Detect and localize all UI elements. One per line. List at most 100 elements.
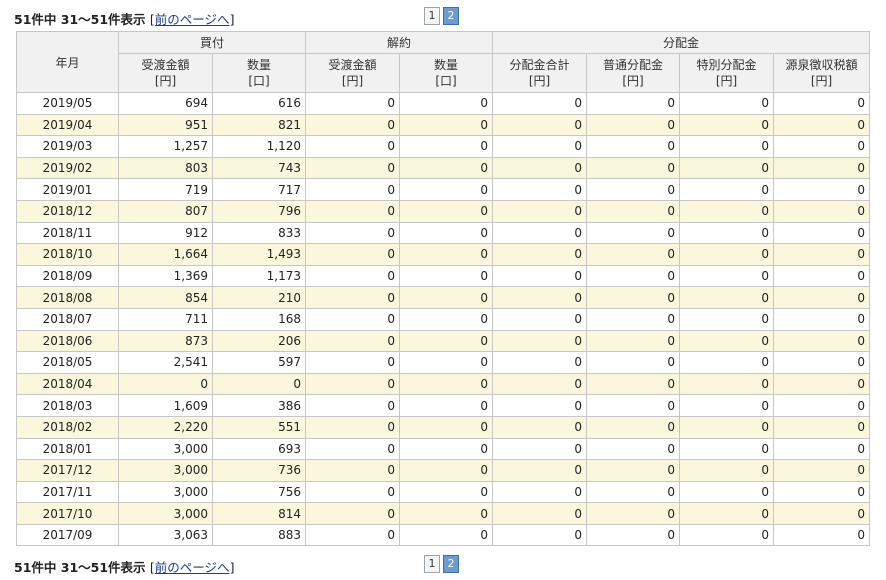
value-cell: 717 bbox=[211, 178, 307, 201]
value-cell: 2,541 bbox=[118, 351, 213, 374]
table-row: 2019/02 803 743 0 0 0 0 0 0 bbox=[16, 156, 871, 180]
value-cell: 3,000 bbox=[118, 459, 213, 482]
value-cell: 0 bbox=[586, 178, 681, 201]
column-header-name: 数量 bbox=[434, 58, 459, 72]
value-cell: 0 bbox=[773, 221, 871, 245]
column-header-unit: [円] bbox=[341, 74, 364, 88]
table-row: 2018/11 912 833 0 0 0 0 0 0 bbox=[16, 221, 871, 245]
value-cell: 0 bbox=[679, 178, 775, 201]
value-cell: 0 bbox=[586, 415, 681, 439]
column-header-name: 普通分配金 bbox=[603, 58, 664, 72]
month-cell: 2017/10 bbox=[16, 502, 119, 525]
table-row: 2017/11 3,000 756 0 0 0 0 0 0 bbox=[16, 480, 871, 504]
value-cell: 0 bbox=[586, 92, 681, 115]
value-cell: 1,609 bbox=[118, 394, 213, 417]
header-month: 年月 bbox=[16, 31, 119, 93]
value-cell: 0 bbox=[586, 437, 681, 461]
value-cell: 0 bbox=[399, 437, 494, 461]
value-cell: 0 bbox=[399, 307, 494, 331]
value-cell: 1,369 bbox=[118, 264, 213, 288]
prev-page-link[interactable]: 前のページへ bbox=[155, 560, 230, 575]
value-cell: 1,664 bbox=[118, 243, 213, 266]
column-header: 特別分配金 [円] bbox=[679, 53, 775, 93]
value-cell: 1,493 bbox=[211, 243, 307, 266]
table-row: 2018/04 0 0 0 0 0 0 0 0 bbox=[16, 372, 871, 396]
value-cell: 0 bbox=[773, 92, 871, 115]
value-cell: 0 bbox=[305, 351, 401, 374]
value-cell: 0 bbox=[305, 459, 401, 482]
value-cell: 0 bbox=[586, 135, 681, 158]
value-cell: 1,120 bbox=[211, 135, 307, 158]
pager-bottom: 51件中 31～51件表示 [前のページへ] 1 2 bbox=[14, 555, 874, 575]
month-cell: 2018/02 bbox=[16, 415, 119, 439]
value-cell: 0 bbox=[492, 286, 588, 309]
table-row: 2017/12 3,000 736 0 0 0 0 0 0 bbox=[16, 459, 871, 482]
column-header-unit: [円] bbox=[154, 74, 177, 88]
value-cell: 616 bbox=[211, 92, 307, 115]
value-cell: 0 bbox=[679, 286, 775, 309]
value-cell: 0 bbox=[305, 178, 401, 201]
value-cell: 0 bbox=[399, 459, 494, 482]
value-cell: 693 bbox=[211, 437, 307, 461]
value-cell: 0 bbox=[679, 394, 775, 417]
value-cell: 0 bbox=[305, 307, 401, 331]
page-button-1[interactable]: 1 bbox=[424, 555, 440, 573]
value-cell: 0 bbox=[492, 92, 588, 115]
value-cell: 0 bbox=[679, 113, 775, 137]
header-group-buy: 買付 bbox=[117, 31, 307, 54]
month-cell: 2019/05 bbox=[16, 92, 119, 115]
value-cell: 807 bbox=[118, 199, 213, 223]
value-cell: 0 bbox=[305, 502, 401, 525]
value-cell: 0 bbox=[305, 329, 401, 353]
value-cell: 0 bbox=[586, 264, 681, 288]
value-cell: 2,220 bbox=[118, 415, 213, 439]
value-cell: 0 bbox=[679, 329, 775, 353]
value-cell: 0 bbox=[305, 264, 401, 288]
value-cell: 0 bbox=[679, 415, 775, 439]
column-header: 数量 [口] bbox=[211, 53, 307, 93]
value-cell: 0 bbox=[399, 243, 494, 266]
value-cell: 0 bbox=[773, 286, 871, 309]
value-cell: 0 bbox=[492, 394, 588, 417]
month-cell: 2018/03 bbox=[16, 394, 119, 417]
value-cell: 0 bbox=[773, 351, 871, 374]
value-cell: 756 bbox=[211, 480, 307, 504]
value-cell: 386 bbox=[211, 394, 307, 417]
column-header: 受渡金額 [円] bbox=[118, 53, 213, 93]
page-button-2-current: 2 bbox=[443, 7, 459, 25]
column-header-name: 分配金合計 bbox=[509, 58, 570, 72]
column-header: 普通分配金 [円] bbox=[586, 53, 681, 93]
prev-page-link[interactable]: 前のページへ bbox=[155, 12, 230, 27]
month-cell: 2018/09 bbox=[16, 264, 119, 288]
transaction-history-table: 年月 買付 解約 分配金 受渡金額 [円] 数量 [口] 受渡金額 [円] 数量 [口] 分配金… bbox=[16, 31, 871, 547]
value-cell: 0 bbox=[773, 199, 871, 223]
value-cell: 0 bbox=[679, 92, 775, 115]
value-cell: 0 bbox=[305, 286, 401, 309]
month-cell: 2019/03 bbox=[16, 135, 119, 158]
month-cell: 2018/07 bbox=[16, 307, 119, 331]
value-cell: 0 bbox=[399, 329, 494, 353]
value-cell: 0 bbox=[399, 92, 494, 115]
value-cell: 821 bbox=[211, 113, 307, 137]
value-cell: 0 bbox=[679, 264, 775, 288]
table-row: 2018/12 807 796 0 0 0 0 0 0 bbox=[16, 199, 871, 223]
value-cell: 0 bbox=[679, 307, 775, 331]
value-cell: 0 bbox=[773, 372, 871, 396]
table-row: 2017/10 3,000 814 0 0 0 0 0 0 bbox=[16, 502, 871, 525]
column-header-unit: [円] bbox=[528, 74, 551, 88]
value-cell: 0 bbox=[399, 523, 494, 547]
value-cell: 0 bbox=[773, 394, 871, 417]
value-cell: 833 bbox=[211, 221, 307, 245]
value-cell: 0 bbox=[399, 502, 494, 525]
page-button-1[interactable]: 1 bbox=[424, 7, 440, 25]
value-cell: 1,257 bbox=[118, 135, 213, 158]
value-cell: 3,000 bbox=[118, 502, 213, 525]
value-cell: 0 bbox=[773, 415, 871, 439]
value-cell: 0 bbox=[399, 199, 494, 223]
value-cell: 0 bbox=[586, 156, 681, 180]
month-cell: 2019/02 bbox=[16, 156, 119, 180]
table-row: 2018/06 873 206 0 0 0 0 0 0 bbox=[16, 329, 871, 353]
value-cell: 0 bbox=[211, 372, 307, 396]
value-cell: 0 bbox=[399, 351, 494, 374]
value-cell: 0 bbox=[586, 286, 681, 309]
